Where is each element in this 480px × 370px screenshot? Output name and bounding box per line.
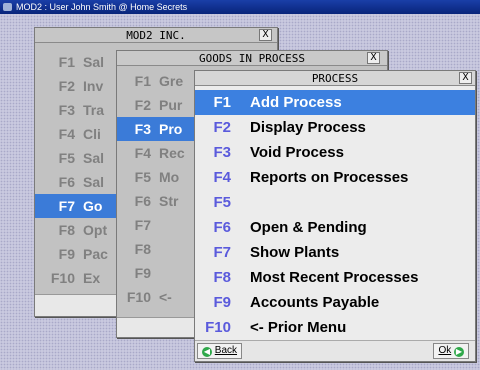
function-key: F1 (134, 73, 151, 89)
menu-item-label: Pur (159, 97, 183, 113)
process-menu-footer: ◀ Back Ok ▶ (195, 340, 475, 361)
ok-button-label: Ok (438, 345, 452, 356)
menu-item-label: Add Process (250, 94, 342, 111)
function-key: F5 (58, 150, 75, 166)
close-icon[interactable]: X (459, 72, 472, 84)
menu-item-label: Ex (83, 270, 101, 286)
main-menu-title: MOD2 INC. (126, 29, 186, 42)
menu-item-label: Go (83, 198, 103, 214)
menu-item-label: Pac (83, 246, 108, 262)
back-arrow-icon: ◀ (202, 347, 212, 357)
menu-item-label: Sal (83, 174, 105, 190)
menu-item-label: Reports on Processes (250, 169, 409, 186)
app-icon (3, 3, 12, 11)
process-menu-item-selected[interactable]: F1 Add Process (195, 90, 475, 115)
function-key: F4 (58, 126, 75, 142)
back-button-label: Back (214, 345, 238, 356)
process-window: PROCESS X F1 Add Process F2 Display Proces… (194, 70, 476, 362)
function-key: F4 (134, 145, 151, 161)
menu-item-label: Sal (83, 150, 105, 166)
menu-item-label: Most Recent Processes (250, 269, 419, 286)
function-key: F10 (205, 319, 231, 336)
menu-item-label: Gre (159, 73, 184, 89)
process-menu-item[interactable]: F2 Display Process (195, 115, 475, 140)
menu-item-label: Void Process (250, 144, 344, 161)
process-menu-item[interactable]: F4 Reports on Processes (195, 165, 475, 190)
function-key: F10 (50, 270, 75, 286)
function-key: F8 (58, 222, 75, 238)
process-menu-item[interactable]: F9 Accounts Payable (195, 290, 475, 315)
function-key: F4 (213, 169, 231, 186)
close-icon[interactable]: X (259, 29, 272, 41)
function-key: F8 (213, 269, 231, 286)
function-key: F1 (213, 94, 231, 111)
function-key: F7 (58, 198, 75, 214)
function-key: F6 (213, 219, 231, 236)
menu-item-label: Opt (83, 222, 108, 238)
menu-item-label: Str (159, 193, 179, 209)
menu-item-label: Inv (83, 78, 104, 94)
process-menu-title-bar: PROCESS X (195, 71, 475, 86)
function-key: F9 (134, 265, 151, 281)
function-key: F7 (134, 217, 151, 233)
menu-item-label: Accounts Payable (250, 294, 380, 311)
function-key: F3 (213, 144, 231, 161)
function-key: F2 (58, 78, 75, 94)
ok-button[interactable]: Ok ▶ (433, 343, 469, 359)
menu-item-label: Cli (83, 126, 101, 142)
menu-item-label: Pro (159, 121, 183, 137)
function-key: F2 (134, 97, 151, 113)
function-key: F3 (134, 121, 151, 137)
process-menu-item[interactable]: F5 (195, 190, 475, 215)
function-key: F9 (213, 294, 231, 311)
menu-item-label: <- Prior Menu (250, 319, 347, 336)
process-menu-list: F1 Add Process F2 Display Process F3 Void P… (195, 86, 475, 340)
main-menu-title-bar: MOD2 INC. X (35, 28, 277, 43)
menu-item-label: Sal (83, 54, 105, 70)
function-key: F5 (134, 169, 151, 185)
process-menu-item[interactable]: F7 Show Plants (195, 240, 475, 265)
function-key: F9 (58, 246, 75, 262)
goods-menu-title: GOODS IN PROCESS (199, 52, 305, 65)
menu-item-label: Tra (83, 102, 105, 118)
function-key: F8 (134, 241, 151, 257)
process-menu-title: PROCESS (311, 72, 359, 85)
function-key: F5 (213, 194, 231, 211)
app-title: MOD2 : User John Smith @ Home Secrets (16, 2, 188, 12)
menu-item-label: Open & Pending (250, 219, 367, 236)
process-menu-item[interactable]: F3 Void Process (195, 140, 475, 165)
back-button[interactable]: ◀ Back (197, 343, 243, 359)
function-key: F6 (134, 193, 151, 209)
goods-menu-title-bar: GOODS IN PROCESS X (117, 51, 387, 66)
menu-item-label: Rec (159, 145, 185, 161)
menu-item-label: Display Process (250, 119, 366, 136)
close-icon[interactable]: X (367, 52, 380, 64)
function-key: F1 (58, 54, 75, 70)
process-menu-item[interactable]: F10 <- Prior Menu (195, 315, 475, 340)
function-key: F2 (213, 119, 231, 136)
forward-arrow-icon: ▶ (454, 347, 464, 357)
process-menu-item[interactable]: F8 Most Recent Processes (195, 265, 475, 290)
function-key: F3 (58, 102, 75, 118)
menu-item-label: Mo (159, 169, 180, 185)
function-key: F10 (126, 289, 151, 305)
menu-item-label: Show Plants (250, 244, 340, 261)
menu-item-label: <- (159, 289, 172, 305)
app-title-bar: MOD2 : User John Smith @ Home Secrets (0, 0, 480, 14)
function-key: F7 (213, 244, 231, 261)
function-key: F6 (58, 174, 75, 190)
process-menu-item[interactable]: F6 Open & Pending (195, 215, 475, 240)
